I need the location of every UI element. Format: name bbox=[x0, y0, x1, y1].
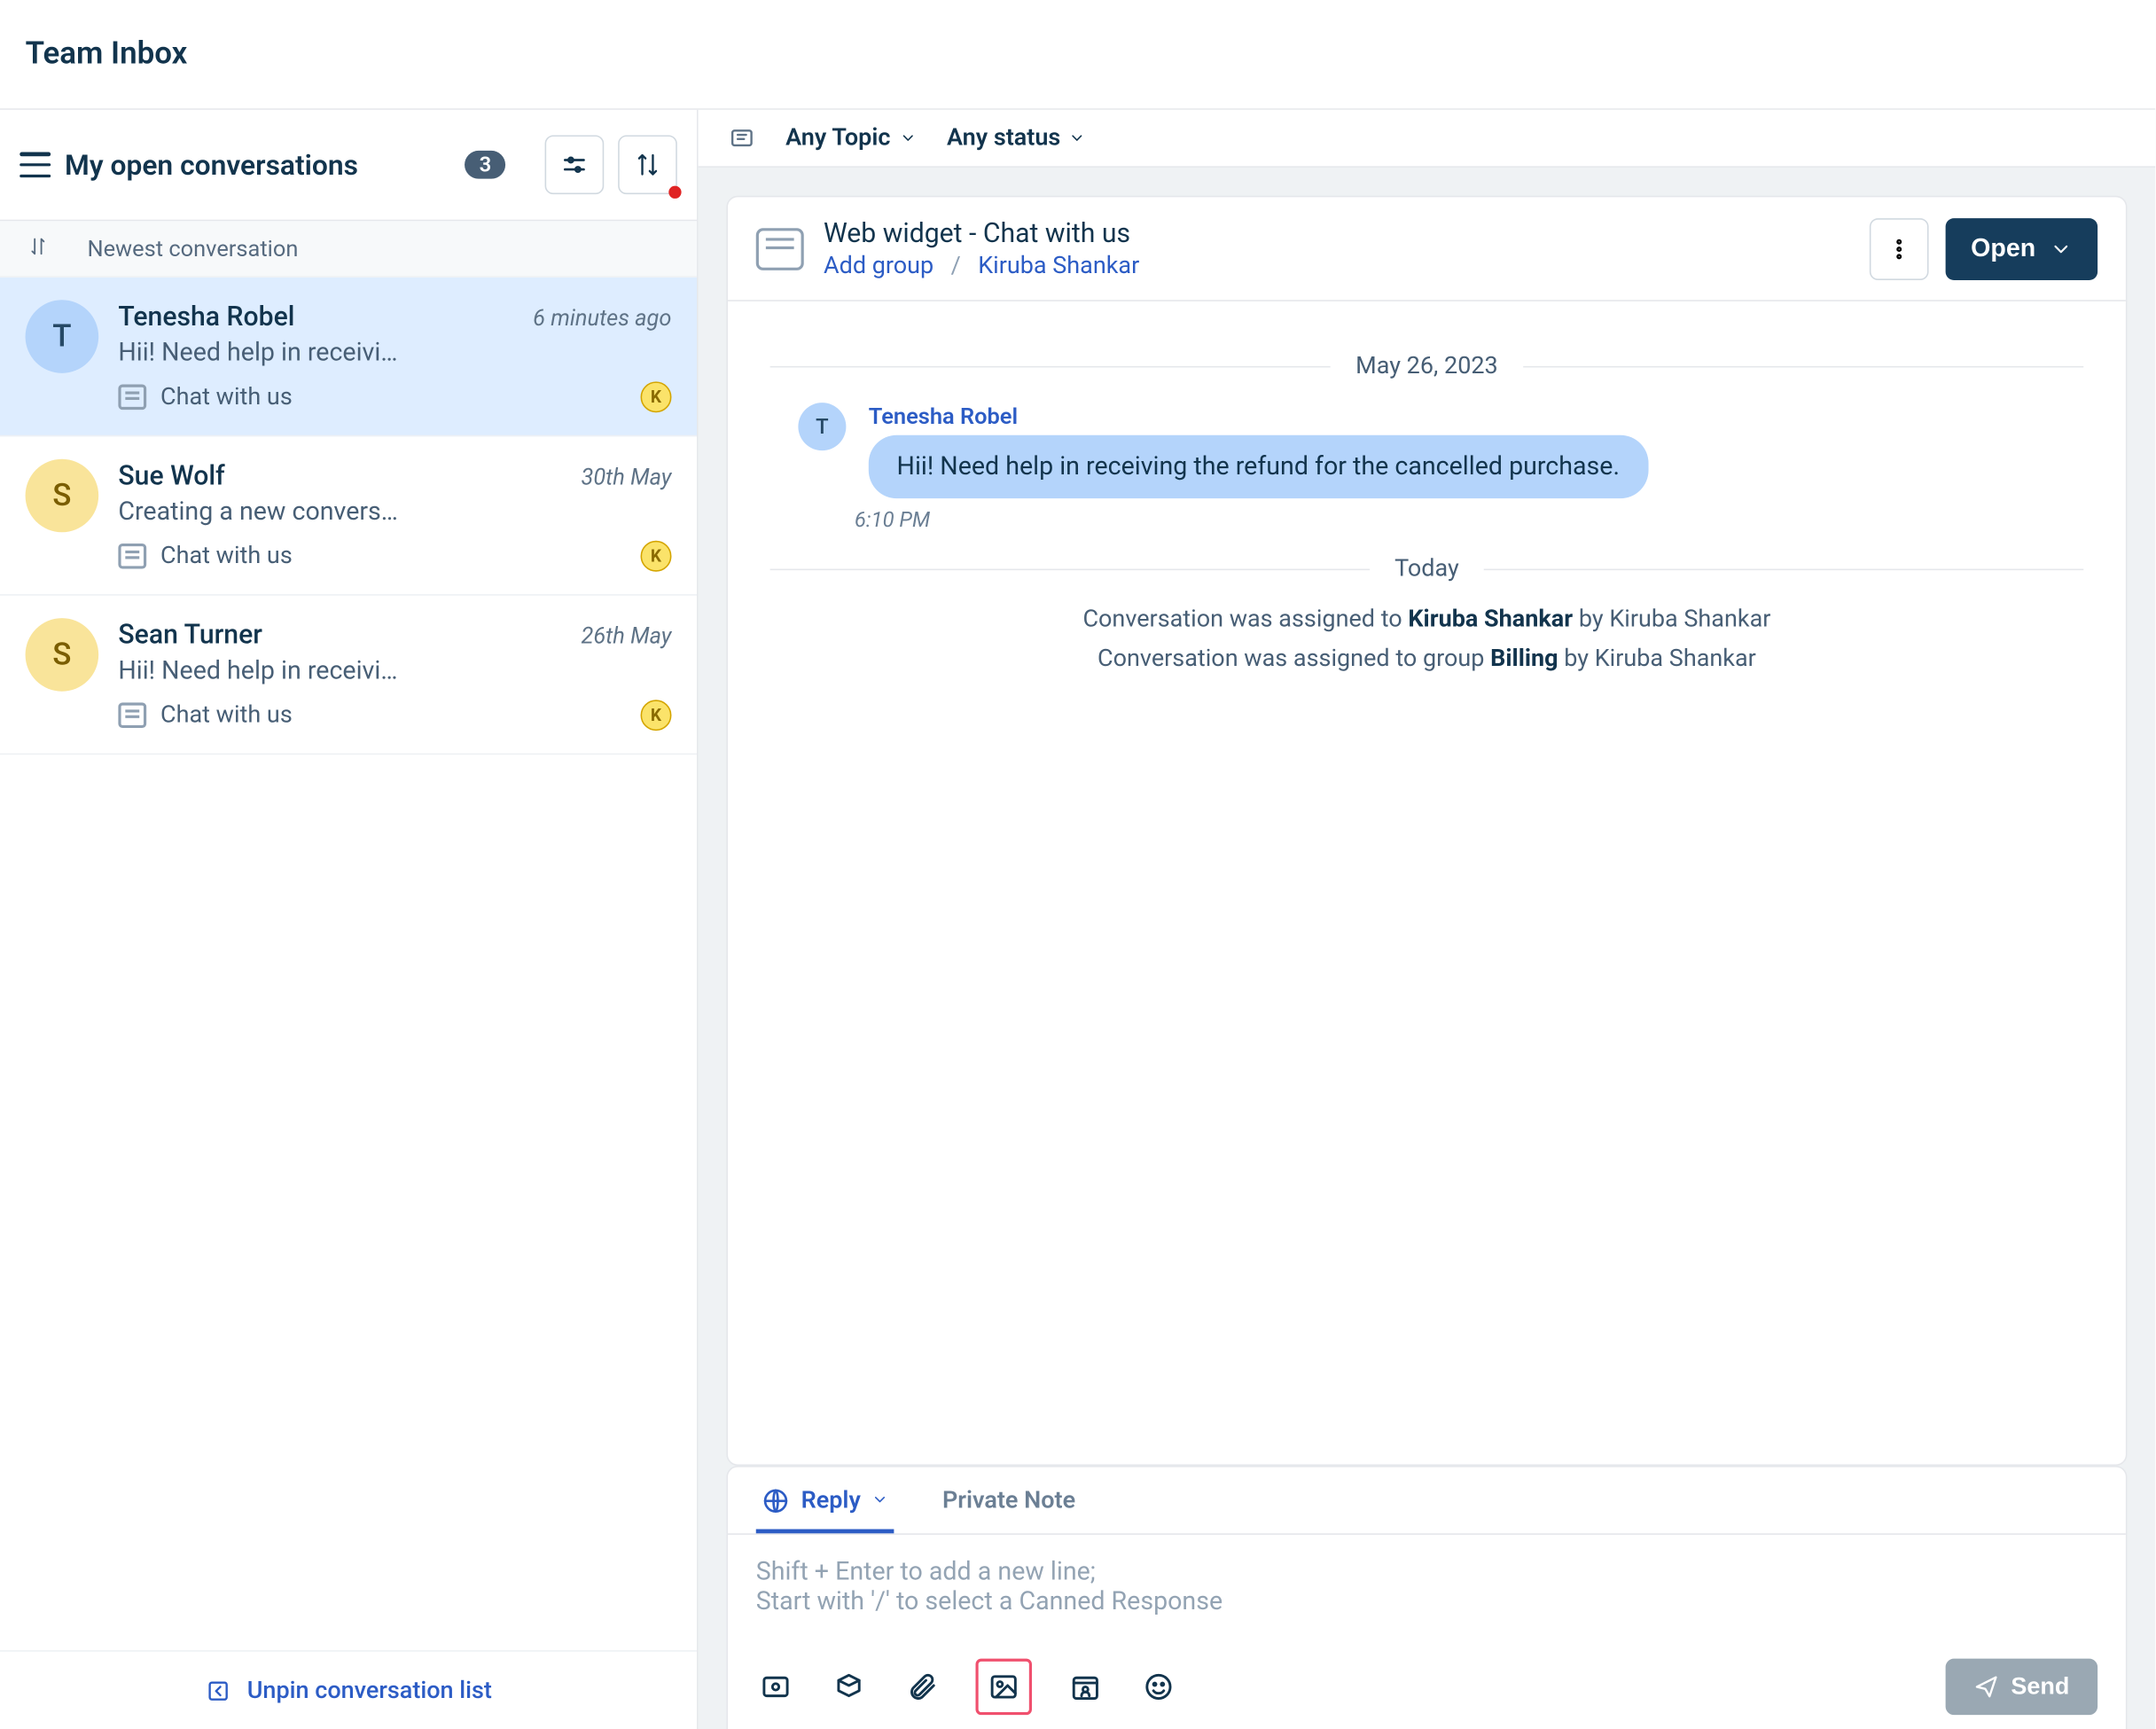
unpin-label: Unpin conversation list bbox=[247, 1677, 492, 1705]
sort-button[interactable] bbox=[618, 135, 677, 194]
chat-source-icon bbox=[118, 702, 146, 728]
topic-icon bbox=[730, 125, 755, 151]
unpin-icon bbox=[205, 1678, 230, 1703]
chevron-down-icon bbox=[1069, 129, 1086, 146]
system-event: Conversation was assigned to group Billi… bbox=[770, 645, 2084, 673]
emoji-icon[interactable] bbox=[1139, 1667, 1178, 1706]
status-filter-label: Any status bbox=[947, 124, 1060, 153]
assignee-badge: K bbox=[641, 541, 672, 572]
placeholder-line: Shift + Enter to add a new line; bbox=[756, 1557, 2097, 1586]
kebab-icon bbox=[1886, 236, 1912, 262]
contact-name: Sean Turner bbox=[118, 618, 262, 651]
sort-label[interactable]: Newest conversation bbox=[87, 235, 298, 262]
conversation-item[interactable]: T Tenesha Robel 6 minutes ago Hii! Need … bbox=[0, 278, 697, 436]
assignee-badge: K bbox=[641, 381, 672, 412]
tab-reply-label: Reply bbox=[801, 1487, 861, 1515]
date-divider: Today bbox=[770, 555, 2084, 583]
message: T Tenesha Robel Hii! Need help in receiv… bbox=[798, 403, 2083, 498]
avatar: S bbox=[26, 459, 99, 533]
chat-source-icon bbox=[118, 544, 146, 569]
conversation-item[interactable]: S Sue Wolf 30th May Creating a new conve… bbox=[0, 436, 697, 595]
system-event: Conversation was assigned to Kiruba Shan… bbox=[770, 606, 2084, 634]
chevron-down-icon bbox=[899, 129, 916, 146]
editor-toolbar: Send bbox=[728, 1647, 2126, 1729]
message-preview: Hii! Need help in receivi… bbox=[118, 656, 456, 685]
conversation-panel: Any Topic Any status Web widget - Chat w… bbox=[699, 110, 2156, 1729]
message-bubble: Hii! Need help in receiving the refund f… bbox=[869, 435, 1648, 498]
avatar: T bbox=[798, 403, 846, 450]
source-label: Chat with us bbox=[160, 383, 293, 411]
sort-direction-icon[interactable] bbox=[28, 235, 48, 262]
contact-name: Tenesha Robel bbox=[118, 300, 294, 332]
topic-filter-label: Any Topic bbox=[785, 124, 890, 153]
assignee-link[interactable]: Kiruba Shankar bbox=[978, 252, 1139, 280]
globe-icon bbox=[762, 1487, 790, 1515]
assignee-badge: K bbox=[641, 700, 672, 731]
sliders-icon bbox=[560, 151, 589, 179]
chevron-down-icon bbox=[2050, 238, 2072, 260]
message-thread: May 26, 2023 T Tenesha Robel Hii! Need h… bbox=[728, 301, 2126, 1465]
conversation-list: T Tenesha Robel 6 minutes ago Hii! Need … bbox=[0, 278, 697, 1650]
tab-reply[interactable]: Reply bbox=[756, 1478, 894, 1533]
avatar: T bbox=[26, 300, 99, 373]
message-preview: Creating a new convers… bbox=[118, 497, 456, 527]
message-sender: Tenesha Robel bbox=[869, 403, 1648, 429]
meeting-icon[interactable] bbox=[1066, 1667, 1105, 1706]
topic-filter[interactable]: Any Topic bbox=[785, 124, 916, 153]
send-button[interactable]: Send bbox=[1946, 1659, 2097, 1716]
chevron-down-icon[interactable] bbox=[872, 1487, 889, 1515]
filter-button[interactable] bbox=[545, 135, 605, 194]
conversation-content: Web widget - Chat with us Add group / Ki… bbox=[726, 196, 2127, 1466]
message-preview: Hii! Need help in receivi… bbox=[118, 338, 456, 367]
tab-note-label: Private Note bbox=[942, 1487, 1075, 1515]
conversation-count-badge: 3 bbox=[465, 151, 505, 179]
reply-editor: Reply Private Note Shift + Enter to add … bbox=[726, 1466, 2127, 1729]
send-icon bbox=[1974, 1674, 2000, 1700]
app-header: Team Inbox bbox=[0, 0, 2155, 110]
conversation-item[interactable]: S Sean Turner 26th May Hii! Need help in… bbox=[0, 596, 697, 755]
canned-response-icon[interactable] bbox=[756, 1667, 795, 1706]
conversation-header: Web widget - Chat with us Add group / Ki… bbox=[728, 197, 2126, 301]
status-label: Open bbox=[1971, 234, 2035, 263]
status-filter[interactable]: Any status bbox=[947, 124, 1086, 153]
insert-image-icon[interactable] bbox=[975, 1659, 1032, 1716]
channel-label: Web widget - Chat with us bbox=[824, 217, 1139, 250]
conversation-list-panel: My open conversations 3 Newest conversat… bbox=[0, 110, 699, 1729]
notification-dot-icon bbox=[668, 186, 681, 199]
hamburger-icon[interactable] bbox=[20, 153, 51, 178]
page-title: Team Inbox bbox=[26, 36, 188, 72]
attachment-icon[interactable] bbox=[902, 1667, 941, 1706]
date-divider: May 26, 2023 bbox=[770, 352, 2084, 380]
add-group-link[interactable]: Add group bbox=[824, 252, 933, 280]
placeholder-line: Start with '/' to select a Canned Respon… bbox=[756, 1587, 2097, 1616]
channel-icon bbox=[756, 227, 804, 270]
source-label: Chat with us bbox=[160, 542, 293, 570]
source-label: Chat with us bbox=[160, 701, 293, 730]
send-label: Send bbox=[2011, 1673, 2069, 1702]
more-actions-button[interactable] bbox=[1870, 217, 1929, 279]
tab-private-note[interactable]: Private Note bbox=[937, 1478, 1082, 1533]
status-dropdown-button[interactable]: Open bbox=[1946, 217, 2098, 279]
filter-bar: Any Topic Any status bbox=[699, 110, 2156, 168]
timestamp: 6 minutes ago bbox=[533, 304, 671, 331]
knowledge-base-icon[interactable] bbox=[829, 1667, 868, 1706]
message-time: 6:10 PM bbox=[855, 507, 2083, 533]
contact-name: Sue Wolf bbox=[118, 459, 224, 492]
timestamp: 30th May bbox=[581, 463, 671, 489]
reply-textarea[interactable]: Shift + Enter to add a new line; Start w… bbox=[728, 1535, 2126, 1647]
unpin-button[interactable]: Unpin conversation list bbox=[0, 1650, 697, 1729]
separator: / bbox=[951, 252, 961, 280]
timestamp: 26th May bbox=[581, 622, 671, 649]
sort-arrows-icon bbox=[635, 153, 660, 178]
chat-source-icon bbox=[118, 385, 146, 411]
avatar: S bbox=[26, 618, 99, 692]
view-title: My open conversations bbox=[65, 148, 451, 182]
